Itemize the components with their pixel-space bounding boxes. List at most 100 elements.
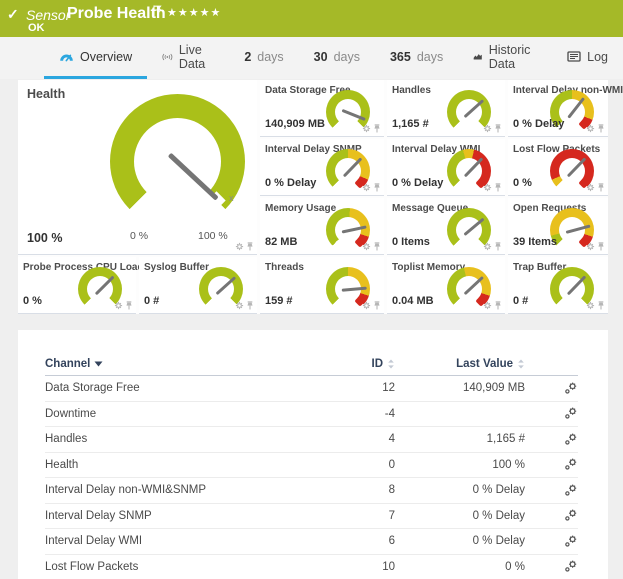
tab-historic-data[interactable]: Historic Data	[458, 37, 552, 79]
gear-icon[interactable]	[362, 124, 371, 133]
channel-id: 0	[335, 459, 395, 471]
channel-name: Health	[45, 459, 335, 471]
channel-row-interval-delay-non-wmi-snmp[interactable]: Interval Delay non-WMI&SNMP80 % Delay	[45, 478, 578, 504]
channel-settings-icon[interactable]	[564, 560, 578, 573]
panel-value: 0 %	[513, 177, 532, 189]
gauge-panel-data-storage-free[interactable]: Data Storage Free140,909 MB	[260, 80, 384, 137]
channel-row-handles[interactable]: Handles41,165 #	[45, 427, 578, 453]
gear-icon[interactable]	[483, 242, 492, 251]
channel-last-value: 1,165 #	[395, 433, 525, 445]
panel-value: 100 %	[27, 231, 62, 245]
gauge-panel-trap-buffer[interactable]: Trap Buffer0 #	[508, 257, 608, 314]
panel-title: Threads	[265, 262, 304, 273]
gauge-panel-interval-delay-wmi[interactable]: Interval Delay WMI0 % Delay	[387, 139, 505, 196]
channel-row-lost-flow-packets[interactable]: Lost Flow Packets100 %	[45, 555, 578, 579]
gauge-panel-lost-flow-packets[interactable]: Lost Flow Packets0 %	[508, 139, 608, 196]
gauge-mini-actions	[586, 183, 605, 192]
gauge-panel-probe-process-cpu-load[interactable]: Probe Process CPU Load0 %	[18, 257, 136, 314]
gauge-panel-toplist-memory[interactable]: Toplist Memory0.04 MB	[387, 257, 505, 314]
pin-icon[interactable]	[494, 242, 502, 251]
gauge-panel-handles[interactable]: Handles1,165 #	[387, 80, 505, 137]
tab-label: Historic Data	[489, 43, 537, 71]
gauge-panel-interval-delay-snmp[interactable]: Interval Delay SNMP0 % Delay	[260, 139, 384, 196]
panel-value: 0 #	[513, 295, 528, 307]
pin-icon[interactable]	[373, 124, 381, 133]
priority-stars[interactable]: ★★★★★	[167, 6, 221, 19]
column-header-channel[interactable]: Channel	[45, 358, 335, 370]
gauge-dial[interactable]: x	[110, 94, 245, 229]
gauge-mini-actions	[483, 183, 502, 192]
gauge-icon	[59, 50, 74, 63]
pin-icon[interactable]	[597, 124, 605, 133]
pin-icon[interactable]	[246, 242, 254, 251]
tab-overview[interactable]: Overview	[44, 37, 147, 79]
gauge-panel-health[interactable]: Healthx0 %100 %100 %	[18, 80, 257, 255]
tab-365-days[interactable]: 365 days	[375, 37, 458, 79]
tab-live-data[interactable]: Live Data	[147, 37, 229, 79]
status-check-icon: ✓	[7, 6, 19, 23]
gauge-panel-memory-usage[interactable]: Memory Usage82 MB	[260, 198, 384, 255]
channel-row-interval-delay-snmp[interactable]: Interval Delay SNMP70 % Delay	[45, 504, 578, 530]
flag-icon[interactable]	[153, 5, 162, 17]
pin-icon[interactable]	[373, 301, 381, 310]
gear-icon[interactable]	[235, 242, 244, 251]
pin-icon[interactable]	[597, 183, 605, 192]
panel-value: 0 %	[23, 295, 42, 307]
tab-label: Log	[587, 50, 608, 64]
table-header-row: ChannelID Last Value	[45, 352, 578, 376]
channel-settings-icon[interactable]	[564, 535, 578, 548]
pin-icon[interactable]	[125, 301, 133, 310]
column-header-last-value[interactable]: Last Value	[395, 358, 525, 370]
panel-value: 0 % Delay	[265, 177, 316, 189]
pin-icon[interactable]	[597, 242, 605, 251]
channel-row-interval-delay-wmi[interactable]: Interval Delay WMI60 % Delay	[45, 529, 578, 555]
channel-name: Interval Delay WMI	[45, 535, 335, 547]
channel-id: 8	[335, 484, 395, 496]
gauge-panel-interval-delay-non-wmi-snmp[interactable]: Interval Delay non-WMI&SNMP0 % Delay	[508, 80, 608, 137]
tab-number: 30	[314, 50, 328, 64]
gear-icon[interactable]	[114, 301, 123, 310]
tab-30-days[interactable]: 30 days	[299, 37, 375, 79]
gauge-mini-actions	[483, 242, 502, 251]
channels-table-card: ChannelID Last Value Data Storage Free121…	[18, 330, 608, 579]
tab-2-days[interactable]: 2 days	[229, 37, 298, 79]
pin-icon[interactable]	[494, 183, 502, 192]
channel-name: Downtime	[45, 408, 335, 420]
pin-icon[interactable]	[494, 124, 502, 133]
gauge-panel-message-queue[interactable]: Message Queue0 Items	[387, 198, 505, 255]
channel-name: Interval Delay SNMP	[45, 510, 335, 522]
sensor-type-label: Sensor	[26, 7, 70, 23]
channel-settings-icon[interactable]	[564, 433, 578, 446]
pin-icon[interactable]	[373, 183, 381, 192]
channel-settings-icon[interactable]	[564, 407, 578, 420]
gauge-panel-open-requests[interactable]: Open Requests39 Items	[508, 198, 608, 255]
panel-title: Memory Usage	[265, 203, 336, 214]
tab-log[interactable]: Log	[552, 37, 623, 79]
channel-settings-icon[interactable]	[564, 484, 578, 497]
channel-row-data-storage-free[interactable]: Data Storage Free12140,909 MB	[45, 376, 578, 402]
panel-value: 159 #	[265, 295, 293, 307]
sensor-title: Probe Health	[67, 5, 166, 23]
gauge-panel-threads[interactable]: Threads 159 #	[260, 257, 384, 314]
tab-number: 365	[390, 50, 411, 64]
pin-icon[interactable]	[597, 301, 605, 310]
gear-icon[interactable]	[586, 301, 595, 310]
gauge-panel-syslog-buffer[interactable]: Syslog Buffer0 #	[139, 257, 257, 314]
channel-settings-icon[interactable]	[564, 458, 578, 471]
channel-settings-icon[interactable]	[564, 382, 578, 395]
pin-icon[interactable]	[494, 301, 502, 310]
column-label: Last Value	[456, 358, 513, 370]
channel-row-health[interactable]: Health0100 %	[45, 453, 578, 479]
channel-last-value: 0 % Delay	[395, 484, 525, 496]
channel-name: Handles	[45, 433, 335, 445]
pin-icon[interactable]	[373, 242, 381, 251]
gear-icon[interactable]	[235, 301, 244, 310]
column-header-id[interactable]: ID	[335, 358, 395, 370]
channel-id: 7	[335, 510, 395, 522]
gear-icon[interactable]	[483, 124, 492, 133]
pin-icon[interactable]	[246, 301, 254, 310]
historic-chart-icon	[473, 51, 482, 62]
channel-row-downtime[interactable]: Downtime-4	[45, 402, 578, 428]
channel-settings-icon[interactable]	[564, 509, 578, 522]
gauge-mini-actions	[586, 242, 605, 251]
